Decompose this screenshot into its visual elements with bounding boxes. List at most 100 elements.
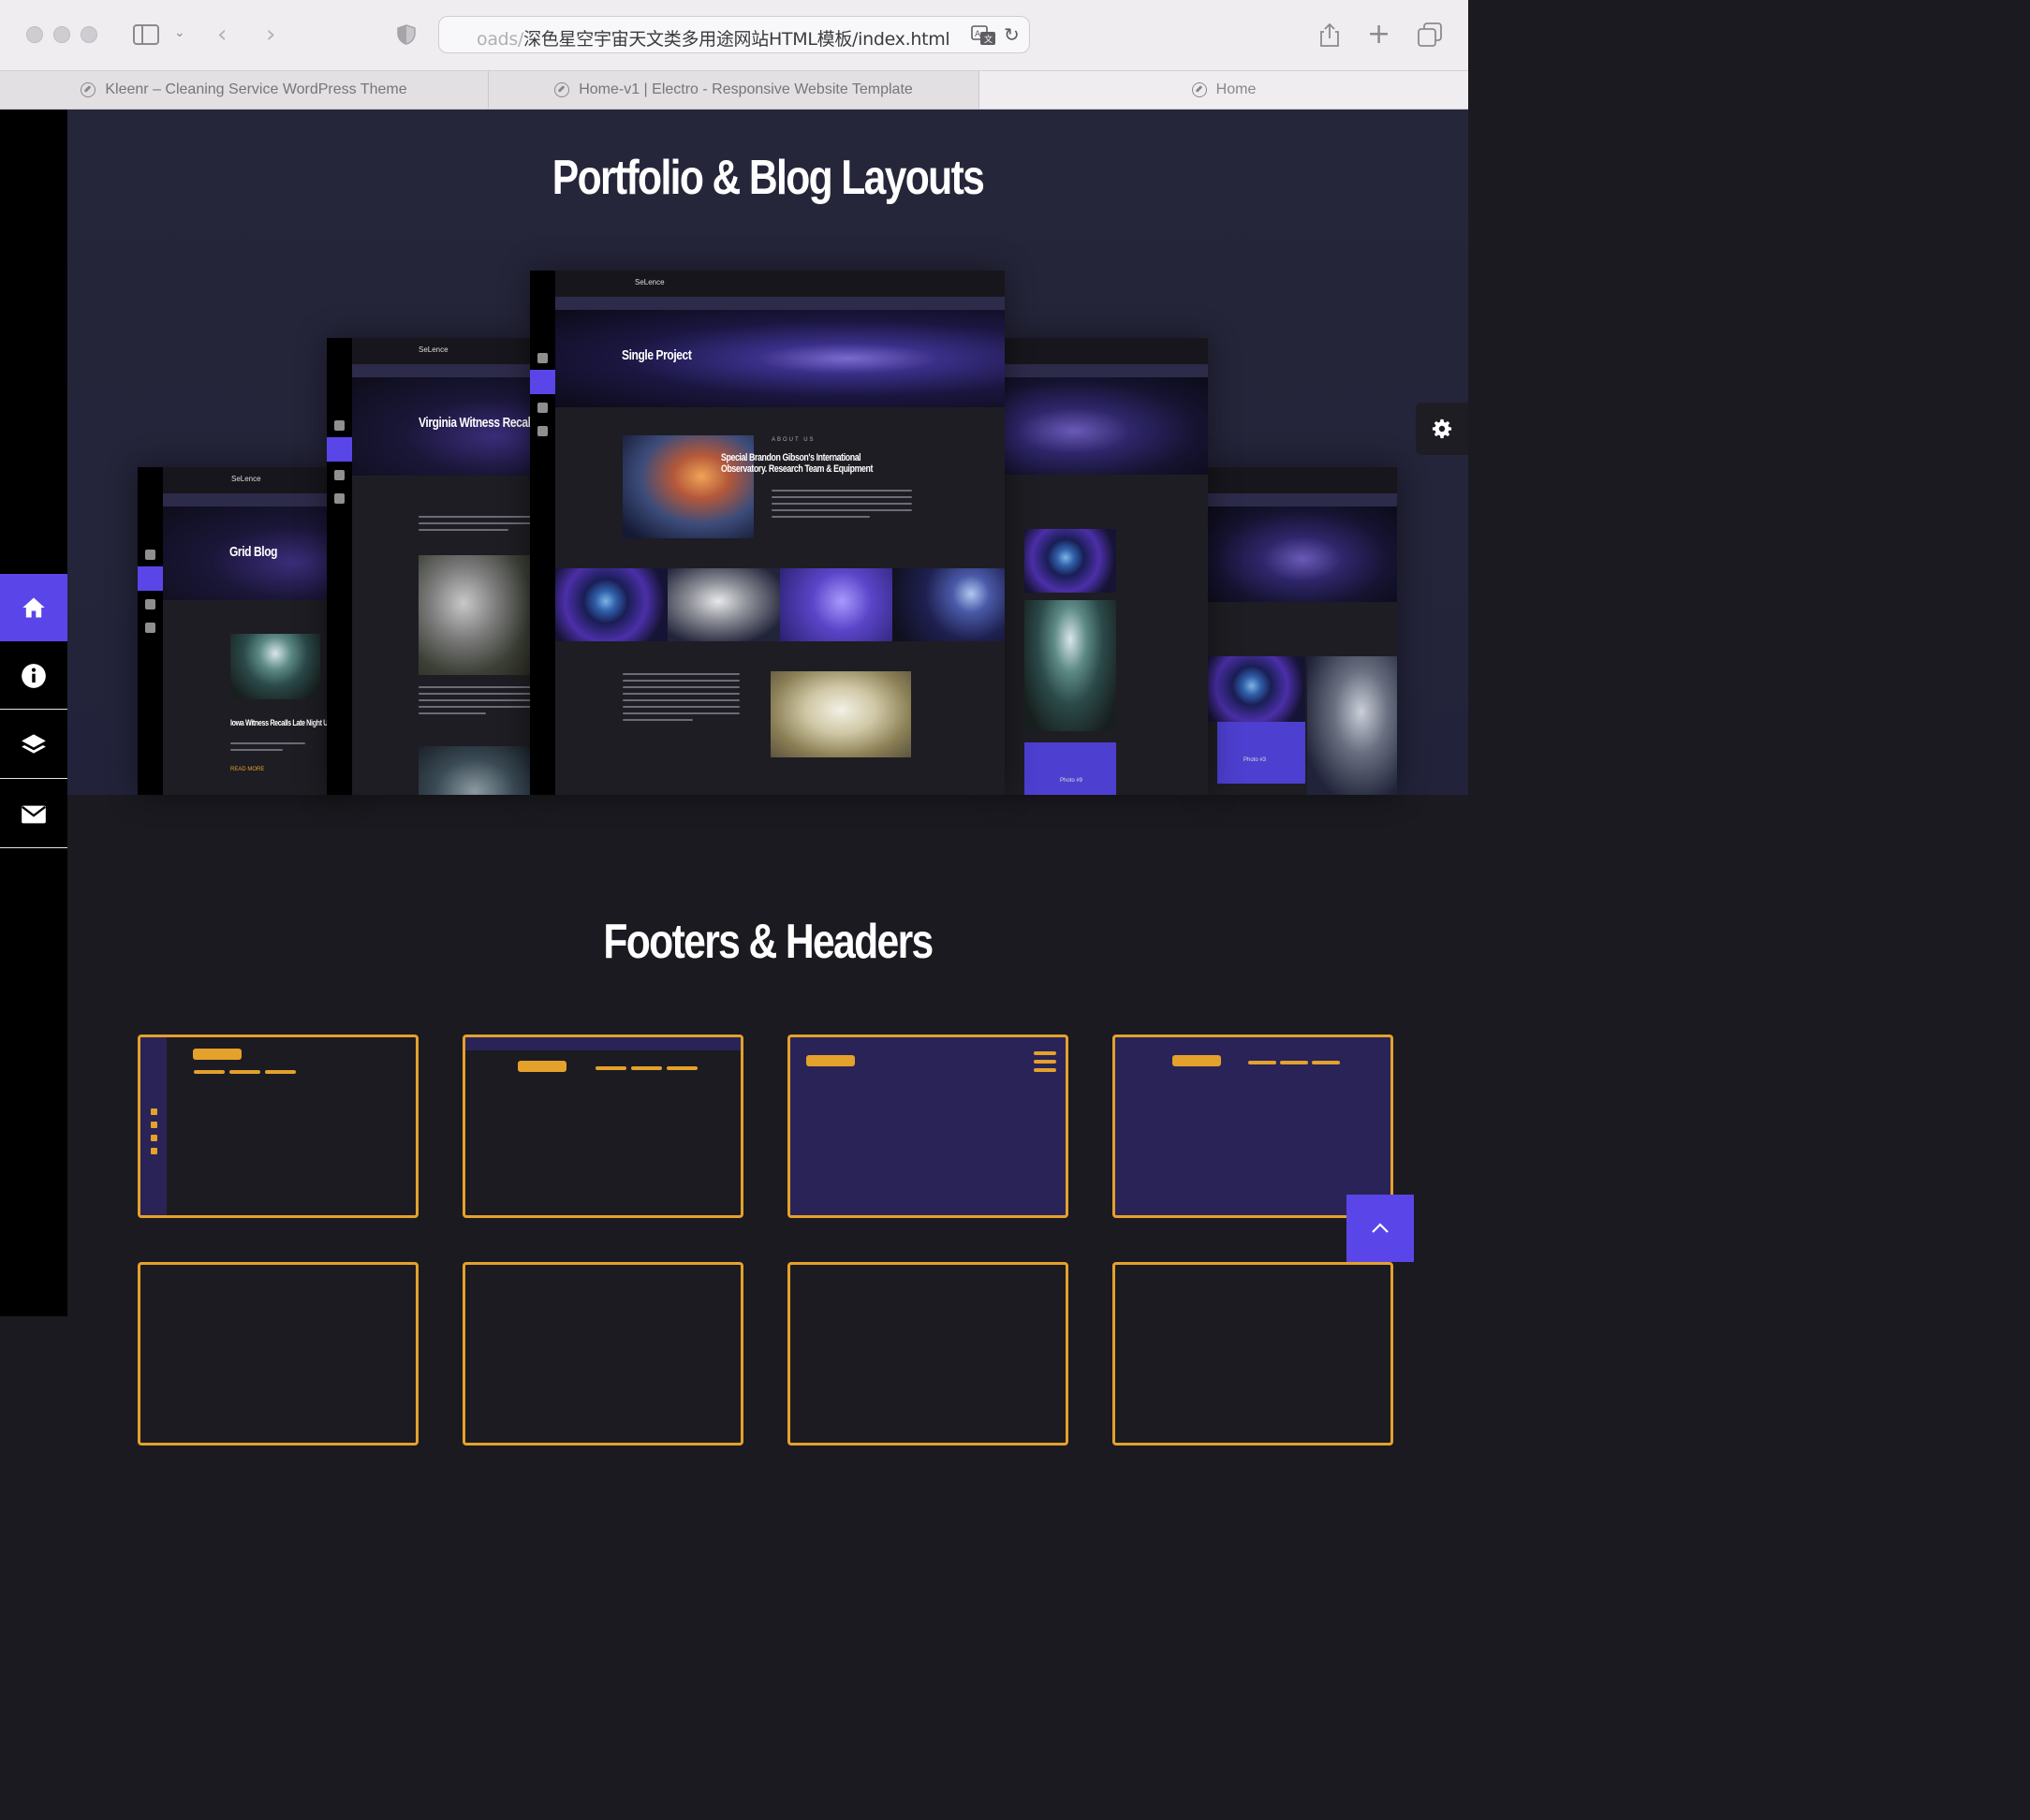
card-topbar xyxy=(465,1037,741,1050)
share-icon[interactable] xyxy=(1318,22,1341,51)
card-dot xyxy=(151,1135,157,1141)
mockup-rail-dot xyxy=(537,403,548,413)
side-navigation xyxy=(0,110,67,1316)
footer-layout-card[interactable] xyxy=(1112,1262,1393,1446)
mockup-image xyxy=(230,634,320,699)
address-bar[interactable]: oads/深色星空宇宙天文类多用途网站HTML模板/index.html A文 … xyxy=(438,16,1030,53)
mockup-navbar xyxy=(352,364,531,377)
mockup-image xyxy=(668,568,780,641)
mockup-image xyxy=(771,671,911,757)
home-icon xyxy=(22,597,45,618)
mockup-rail-active xyxy=(530,370,555,394)
mockup-about-label: ABOUT US xyxy=(772,437,816,443)
header-layout-card[interactable] xyxy=(1112,1035,1393,1218)
single-project-mockup[interactable]: SeLence Single Project ABOUT US Special … xyxy=(530,271,1005,795)
header-layout-card[interactable] xyxy=(138,1035,419,1218)
new-tab-icon[interactable]: + xyxy=(1367,21,1390,49)
privacy-shield-icon[interactable] xyxy=(397,24,416,50)
grid-blog-mockup[interactable]: SeLence Grid Blog Iowa Witness Recalls L… xyxy=(138,467,349,795)
zoom-window-button[interactable] xyxy=(81,26,97,43)
hamburger-icon-line xyxy=(1034,1051,1056,1055)
settings-toggle[interactable] xyxy=(1416,403,1468,455)
mockup-rail xyxy=(327,338,352,795)
layers-nav-button[interactable] xyxy=(0,712,67,779)
tab-title: Home-v1 | Electro - Responsive Website T… xyxy=(579,81,913,97)
tab-home[interactable]: Home xyxy=(979,71,1468,109)
mockup-page-title: Grid Blog xyxy=(229,544,278,560)
mockup-image xyxy=(419,746,531,795)
compass-icon xyxy=(554,82,570,97)
mockup-rail-dot xyxy=(145,623,155,633)
card-dot xyxy=(151,1148,157,1154)
sidebar-toggle-icon[interactable] xyxy=(133,23,159,51)
back-to-top-button[interactable] xyxy=(1346,1195,1414,1262)
mockup-image xyxy=(419,555,531,675)
card-logo-bar xyxy=(1172,1055,1221,1066)
tab-title: Home xyxy=(1215,81,1257,97)
mail-icon xyxy=(22,805,46,823)
footer-layout-card[interactable] xyxy=(138,1262,419,1446)
card-nav-dash xyxy=(631,1066,662,1070)
card-nav-dash xyxy=(265,1070,296,1074)
url-prefix: oads/ xyxy=(477,29,524,50)
mockup-banner xyxy=(1002,377,1208,475)
mockup-rail-dot xyxy=(537,353,548,363)
hamburger-icon-line xyxy=(1034,1060,1056,1064)
mockup-image xyxy=(1208,656,1305,722)
tab-electro[interactable]: Home-v1 | Electro - Responsive Website T… xyxy=(489,71,979,109)
mockup-image xyxy=(1024,529,1116,593)
header-layout-card[interactable] xyxy=(787,1035,1068,1218)
card-nav-dash xyxy=(1312,1061,1340,1064)
info-icon xyxy=(22,663,46,688)
browser-toolbar: ⌄ ‹ › oads/深色星空宇宙天文类多用途网站HTML模板/index.ht… xyxy=(0,0,1468,71)
compass-icon xyxy=(1191,82,1207,97)
mockup-text xyxy=(230,742,305,756)
browser-chrome: ⌄ ‹ › oads/深色星空宇宙天文类多用途网站HTML模板/index.ht… xyxy=(0,0,1468,110)
mockup-photo-label: Photo #9 xyxy=(1060,778,1083,784)
chevron-down-icon[interactable]: ⌄ xyxy=(174,26,185,39)
mockup-text xyxy=(772,490,912,522)
card-nav-dash xyxy=(667,1066,698,1070)
back-icon[interactable]: ‹ xyxy=(217,22,227,47)
mockup-brand: SeLence xyxy=(231,475,261,483)
portfolio-section-title: Portfolio & Blog Layouts xyxy=(552,151,985,205)
tab-kleenr[interactable]: Kleenr – Cleaning Service WordPress Them… xyxy=(0,71,489,109)
gallery-mockup[interactable]: Photo #9 xyxy=(1002,338,1208,795)
mockup-photo-label: Photo #3 xyxy=(1243,757,1267,763)
close-window-button[interactable] xyxy=(26,26,43,43)
forward-icon[interactable]: › xyxy=(266,22,275,47)
mockup-topbar xyxy=(1002,338,1208,364)
tab-overview-icon[interactable] xyxy=(1418,22,1442,51)
blog-single-mockup[interactable]: SeLence Virginia Witness Recal xyxy=(327,338,531,795)
card-dot xyxy=(151,1108,157,1115)
info-nav-button[interactable] xyxy=(0,642,67,710)
footer-layout-card[interactable] xyxy=(787,1262,1068,1446)
compass-icon xyxy=(81,82,96,97)
svg-text:A: A xyxy=(975,30,981,39)
reload-icon[interactable]: ↻ xyxy=(1004,25,1020,44)
translate-icon[interactable]: A文 xyxy=(971,25,997,50)
gear-icon xyxy=(1432,418,1452,439)
mockup-image xyxy=(780,568,892,641)
mockup-page-title: Single Project xyxy=(622,347,692,363)
gallery-wide-mockup[interactable]: Photo #3 xyxy=(1208,467,1397,795)
mockup-rail-dot xyxy=(334,470,345,480)
header-layout-card[interactable] xyxy=(463,1035,743,1218)
card-nav-dash xyxy=(596,1066,626,1070)
mockup-navbar xyxy=(555,297,1005,310)
minimize-window-button[interactable] xyxy=(53,26,70,43)
tab-bar: Kleenr – Cleaning Service WordPress Them… xyxy=(0,71,1468,109)
mockup-rail-dot xyxy=(537,426,548,436)
home-nav-button[interactable] xyxy=(0,574,67,641)
footer-layout-card[interactable] xyxy=(463,1262,743,1446)
mockup-rail-dot xyxy=(334,493,345,504)
chevron-up-icon xyxy=(1372,1223,1389,1233)
mockup-rail-active xyxy=(138,566,163,591)
mockup-photo-card xyxy=(1024,742,1116,795)
mockup-navbar xyxy=(1208,493,1397,506)
card-nav-dash xyxy=(1280,1061,1308,1064)
card-nav-dash xyxy=(229,1070,260,1074)
mockup-image xyxy=(1307,656,1397,795)
mockup-topbar xyxy=(555,271,1005,297)
mail-nav-button[interactable] xyxy=(0,781,67,848)
